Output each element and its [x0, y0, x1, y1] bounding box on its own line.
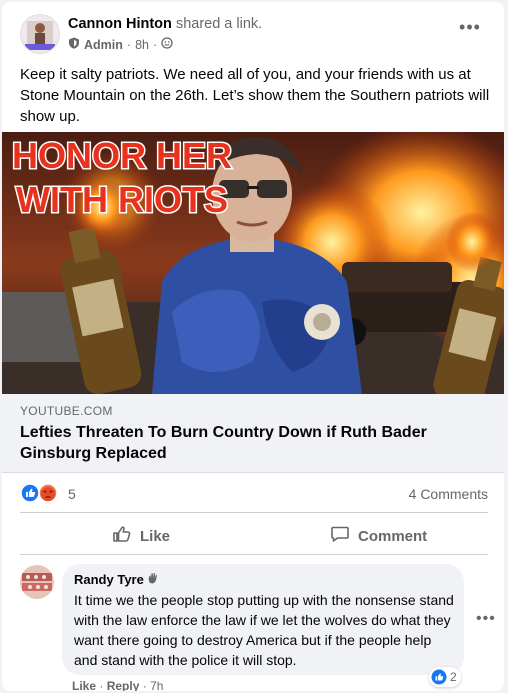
comment-like-link[interactable]: Like [72, 679, 96, 691]
like-reaction-icon [20, 483, 40, 503]
post-meta: Admin · 8h · [68, 37, 173, 52]
reaction-summary: 5 4 Comments [20, 483, 490, 505]
comment-button[interactable]: Comment [330, 520, 427, 552]
link-domain: YOUTUBE.COM [20, 404, 113, 418]
post-card: Cannon Hinton shared a link. Admin · 8h … [2, 2, 504, 691]
post-text: Keep it salty patriots. We need all of y… [20, 66, 490, 125]
preview-illustration: HONOR HER WITH RIOTS [2, 132, 504, 394]
divider [20, 554, 488, 555]
post-actions: Like Comment [20, 520, 488, 552]
link-preview-image[interactable]: HONOR HER WITH RIOTS [2, 132, 504, 394]
globe-icon[interactable] [161, 37, 173, 52]
comment-bubble: Randy Tyre It time we the people stop pu… [62, 564, 464, 675]
comment-time[interactable]: 7h [150, 679, 163, 691]
wave-icon [147, 572, 159, 587]
image-caption-line2: WITH RIOTS [16, 179, 228, 220]
comment-label: Comment [358, 527, 428, 545]
link-title[interactable]: Lefties Threaten To Burn Country Down if… [20, 422, 480, 464]
commenter-avatar[interactable] [20, 565, 54, 599]
author-name[interactable]: Cannon Hinton [68, 16, 172, 32]
image-caption-line1: HONOR HER [12, 135, 232, 176]
meta-separator: · [152, 37, 158, 52]
comments-count[interactable]: 4 Comments [409, 486, 488, 502]
separator: · [142, 679, 147, 691]
comment-reaction-count: 2 [450, 670, 457, 684]
author-line: Cannon Hinton shared a link. [68, 16, 262, 32]
comment-actions: Like · Reply · 7h [72, 679, 163, 691]
author-avatar[interactable] [20, 14, 60, 54]
commenter-name[interactable]: Randy Tyre [74, 572, 144, 587]
reaction-icons[interactable] [20, 483, 66, 503]
link-meta[interactable]: YOUTUBE.COM Lefties Threaten To Burn Cou… [2, 394, 504, 473]
separator: · [99, 679, 104, 691]
comment-icon [330, 524, 350, 548]
divider [20, 512, 488, 513]
comment-text: It time we the people stop putting up wi… [74, 592, 454, 668]
angry-reaction-icon [38, 483, 58, 503]
commenter-name-line: Randy Tyre [74, 572, 159, 587]
more-icon[interactable]: ••• [456, 18, 484, 40]
comment-reply-link[interactable]: Reply [107, 679, 140, 691]
like-label: Like [140, 527, 171, 545]
author-action: shared a link. [175, 16, 263, 32]
shield-icon [68, 37, 80, 52]
post-header: Cannon Hinton shared a link. Admin · 8h … [20, 14, 490, 58]
admin-label: Admin [84, 37, 123, 52]
like-button[interactable]: Like [112, 520, 170, 552]
like-reaction-icon [431, 669, 447, 685]
comment-reactions[interactable]: 2 [429, 667, 461, 687]
thumbs-up-icon [112, 524, 132, 548]
comment-more-icon[interactable]: ••• [476, 610, 496, 628]
reaction-count[interactable]: 5 [68, 486, 76, 502]
meta-separator: · [126, 37, 132, 52]
post-time[interactable]: 8h [135, 38, 149, 52]
